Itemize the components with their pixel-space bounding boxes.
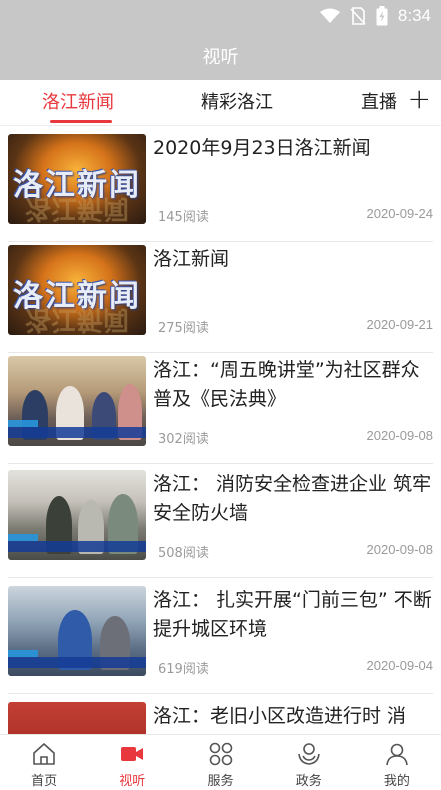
category-tabs: 洛江新闻 精彩洛江 直播 + [0, 80, 441, 126]
read-count: 619阅读 [158, 662, 209, 677]
read-count: 302阅读 [158, 432, 209, 447]
bottom-nav: 首页 视听 服务 政务 我的 [0, 734, 441, 790]
video-thumbnail [8, 702, 146, 734]
status-bar: 8:34 [0, 0, 441, 32]
video-icon [121, 747, 144, 761]
wifi-icon [319, 8, 340, 23]
item-date: 2020-09-24 [366, 206, 434, 221]
read-count: 275阅读 [158, 321, 209, 336]
nav-label: 我的 [383, 774, 410, 789]
item-title: 洛江： 扎实开展“门前三包” 不断提升城区环境 [153, 589, 432, 640]
status-time: 8:34 [397, 6, 431, 25]
item-date: 2020-09-21 [366, 317, 434, 332]
page-title: 视听 [202, 47, 239, 68]
nav-mine[interactable]: 我的 [353, 735, 441, 790]
list-item[interactable]: 洛江：“周五晚讲堂”为社区群众普及《民法典》 302阅读 2020-09-08 [0, 348, 441, 464]
item-title: 2020年9月23日洛江新闻 [153, 137, 371, 159]
thumbnail-reflection: 洛江新闻 [24, 304, 129, 334]
list-item[interactable]: 洛江新闻 洛江新闻 2020年9月23日洛江新闻 145阅读 2020-09-2… [0, 126, 441, 242]
video-thumbnail: 洛江新闻 洛江新闻 [8, 134, 146, 224]
item-title: 洛江：老旧小区改造进行时 消防… [153, 705, 407, 727]
nav-label: 首页 [31, 774, 58, 789]
tab-luojiang-news[interactable]: 洛江新闻 [42, 88, 114, 114]
video-thumbnail [8, 356, 146, 446]
item-date: 2020-09-08 [366, 428, 434, 443]
nav-home[interactable]: 首页 [0, 735, 88, 790]
list-item[interactable]: 洛江： 扎实开展“门前三包” 不断提升城区环境 619阅读 2020-09-04 [0, 578, 441, 694]
battery-icon [376, 6, 388, 26]
list-item[interactable]: 洛江： 消防安全检查进企业 筑牢安全防火墙 508阅读 2020-09-08 [0, 462, 441, 578]
hands-icon [297, 743, 320, 765]
item-date: 2020-09-04 [366, 658, 434, 673]
read-count: 145阅读 [158, 210, 209, 225]
nav-government[interactable]: 政务 [265, 735, 353, 790]
nav-video[interactable]: 视听 [88, 735, 176, 790]
item-title: 洛江新闻 [153, 248, 230, 270]
nav-service[interactable]: 服务 [176, 735, 264, 790]
grid-icon [209, 742, 232, 766]
title-bar: 视听 [0, 32, 441, 80]
home-icon [33, 743, 55, 765]
no-sim-icon [350, 7, 366, 25]
nav-label: 服务 [207, 774, 234, 789]
video-thumbnail [8, 470, 146, 560]
item-date: 2020-09-08 [366, 542, 434, 557]
thumbnail-reflection: 洛江新闻 [24, 193, 129, 223]
video-thumbnail [8, 586, 146, 676]
item-title: 洛江： 消防安全检查进企业 筑牢安全防火墙 [153, 473, 432, 524]
tab-live[interactable]: 直播 [361, 88, 397, 114]
tab-wonderful-luojiang[interactable]: 精彩洛江 [201, 88, 273, 114]
read-count: 508阅读 [158, 546, 209, 561]
nav-label: 政务 [295, 774, 322, 789]
list-item[interactable]: 洛江：老旧小区改造进行时 消防… [0, 694, 441, 734]
active-tab-indicator [50, 120, 112, 123]
item-title: 洛江：“周五晚讲堂”为社区群众普及《民法典》 [153, 359, 420, 410]
user-icon [386, 743, 408, 766]
nav-label: 视听 [119, 774, 146, 789]
video-thumbnail: 洛江新闻 洛江新闻 [8, 245, 146, 335]
news-list: 洛江新闻 洛江新闻 2020年9月23日洛江新闻 145阅读 2020-09-2… [0, 126, 441, 734]
add-channel-icon[interactable]: + [408, 82, 431, 115]
list-item[interactable]: 洛江新闻 洛江新闻 洛江新闻 275阅读 2020-09-21 [0, 237, 441, 353]
